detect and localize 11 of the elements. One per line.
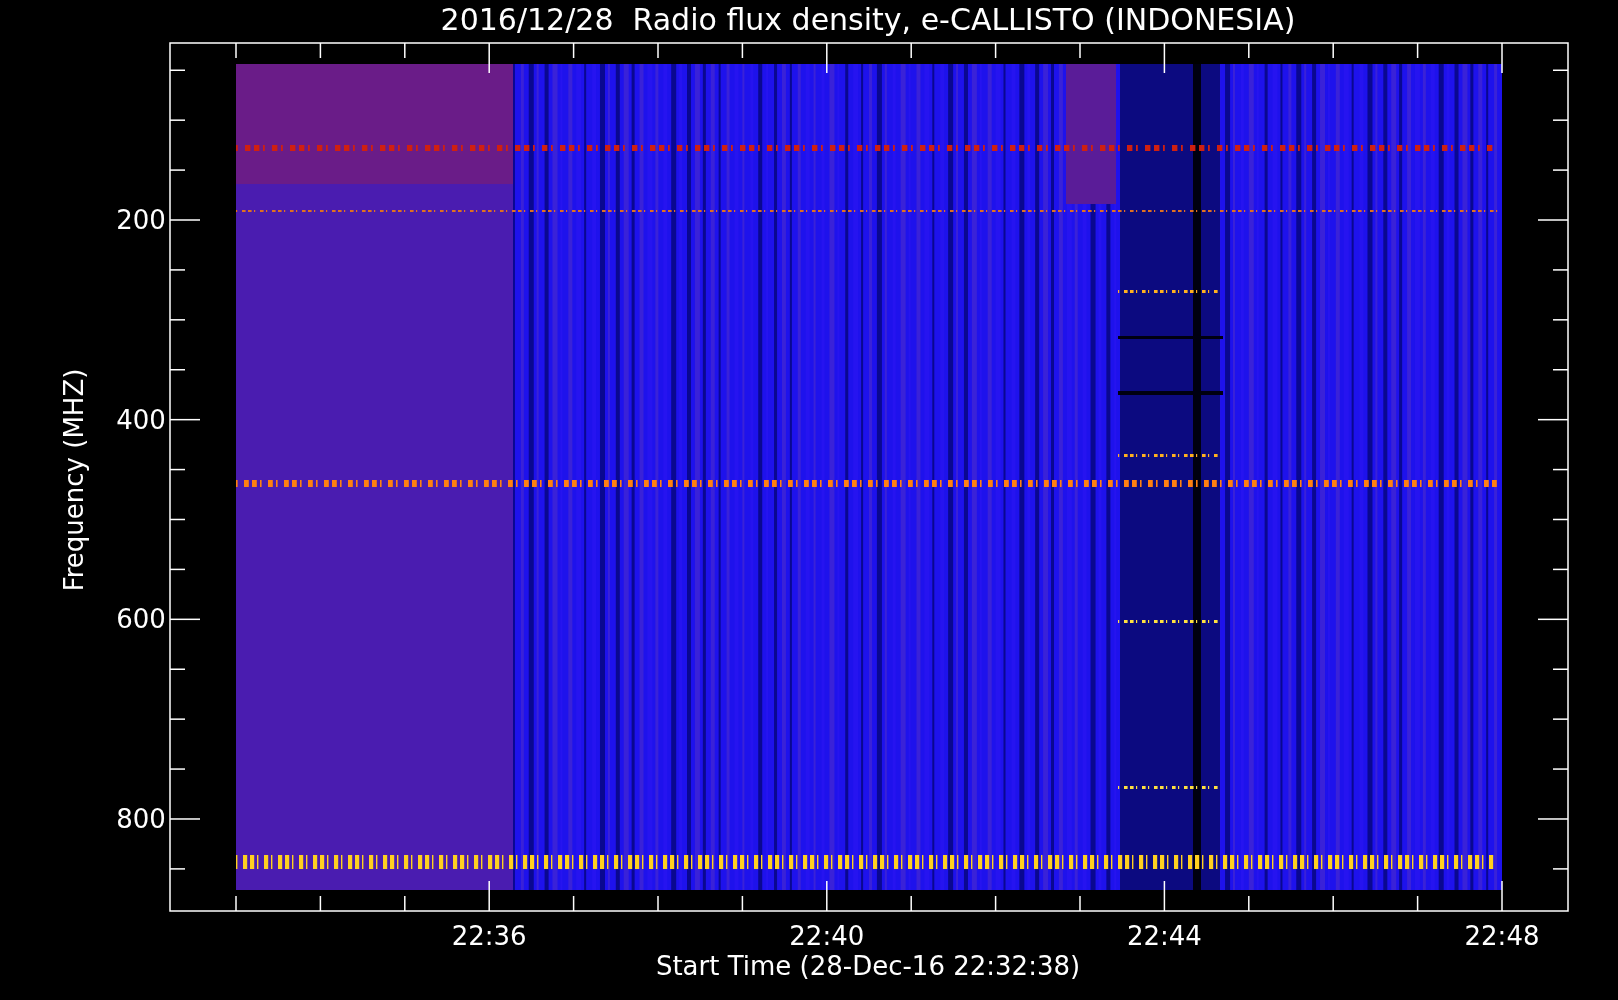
y-axis-title: Frequency (MHZ) (59, 368, 89, 592)
y-tick-label: 200 (116, 205, 166, 235)
y-tick-label: 400 (116, 404, 166, 435)
x-tick-label: 22:44 (1126, 921, 1202, 951)
y-tick-label: 800 (116, 804, 166, 834)
x-tick-label: 22:40 (789, 921, 865, 951)
x-tick-label: 22:36 (451, 921, 527, 951)
x-axis-title: Start Time (28-Dec-16 22:32:38) (655, 951, 1081, 981)
x-tick-label: 22:48 (1464, 921, 1540, 951)
y-tick-label: 600 (116, 604, 166, 635)
chart-title: 2016/12/28 Radio flux density, e-CALLISTO (INDONESIA) (440, 2, 1296, 37)
